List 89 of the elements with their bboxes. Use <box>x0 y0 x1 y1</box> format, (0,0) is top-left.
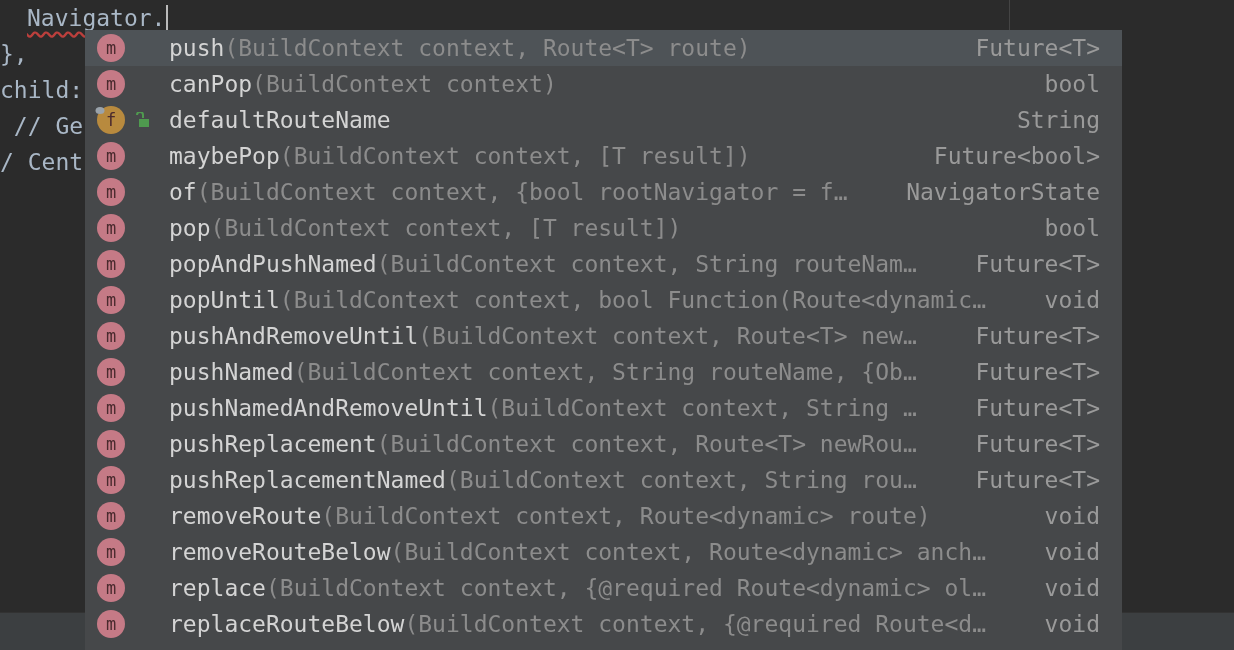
parameter-list: (BuildContext context, Route<T> newRou… <box>376 431 917 457</box>
member-name: pushNamed <box>169 359 294 385</box>
unlocked-icon <box>134 112 150 128</box>
parameter-list: (BuildContext context, Route<T> route) <box>224 35 751 61</box>
completion-item[interactable]: m pushNamedAndRemoveUntil(BuildContext context, String … Future<T> <box>85 390 1122 426</box>
return-type: Future<T> <box>974 431 1101 457</box>
member-name: pushReplacement <box>169 431 377 457</box>
completion-item[interactable]: m pushNamed(BuildContext context, String routeName, {Ob… Future<T> <box>85 354 1122 390</box>
parameter-list: (BuildContext context, [T result]) <box>279 143 751 169</box>
return-type: void <box>1043 611 1101 637</box>
parameter-list: (BuildContext context) <box>252 71 557 97</box>
parameter-list: (BuildContext context, {@required Route<d… <box>404 611 986 637</box>
parameter-list: (BuildContext context, bool Function(Route<dynamic… <box>279 287 986 313</box>
return-type: String <box>1015 107 1101 133</box>
member-name: pushAndRemoveUntil <box>169 323 419 349</box>
member-name: defaultRouteName <box>169 107 391 133</box>
completion-item[interactable]: m pushReplacement(BuildContext context, Route<T> newRou… Future<T> <box>85 426 1122 462</box>
member-name: pop <box>169 215 211 241</box>
method-badge: m <box>97 466 125 494</box>
completion-item[interactable]: m canPop(BuildContext context) bool <box>85 66 1122 102</box>
method-badge: m <box>97 250 125 278</box>
member-name: maybePop <box>169 143 280 169</box>
member-name: replaceRouteBelow <box>169 611 405 637</box>
return-type: void <box>1043 575 1101 601</box>
method-badge: m <box>97 574 125 602</box>
parameter-list: (BuildContext context, String rou… <box>445 467 917 493</box>
return-type: void <box>1043 287 1101 313</box>
return-type: Future<bool> <box>932 143 1101 169</box>
return-type: void <box>1043 503 1101 529</box>
completion-item[interactable]: m of(BuildContext context, {bool rootNavigator = f… NavigatorState <box>85 174 1122 210</box>
parameter-list: (BuildContext context, Route<dynamic> route) <box>321 503 931 529</box>
code-line: // Ge <box>12 113 84 139</box>
return-type: NavigatorState <box>905 179 1101 205</box>
member-name: removeRoute <box>169 503 322 529</box>
method-badge: m <box>97 430 125 458</box>
member-name: pushReplacementNamed <box>169 467 446 493</box>
return-type: Future<T> <box>974 395 1101 421</box>
return-type: Future<T> <box>974 467 1101 493</box>
method-badge: m <box>97 610 125 638</box>
return-type: bool <box>1043 71 1101 97</box>
completion-item[interactable]: m popUntil(BuildContext context, bool Function(Route<dynamic… void <box>85 282 1122 318</box>
return-type: Future<T> <box>974 323 1101 349</box>
return-type: bool <box>1043 215 1101 241</box>
method-badge: m <box>97 34 125 62</box>
member-name: pushNamedAndRemoveUntil <box>169 395 488 421</box>
method-badge: m <box>97 322 125 350</box>
member-name: canPop <box>169 71 253 97</box>
parameter-list: (BuildContext context, String routeNam… <box>376 251 917 277</box>
return-type: Future<T> <box>974 359 1101 385</box>
parameter-list: (BuildContext context, Route<T> new… <box>418 323 917 349</box>
code-line: child: <box>0 77 84 103</box>
method-badge: m <box>97 214 125 242</box>
member-name: of <box>169 179 197 205</box>
completion-item[interactable]: m pushReplacementNamed(BuildContext context, String rou… Future<T> <box>85 462 1122 498</box>
return-type: void <box>1043 539 1101 565</box>
method-badge: m <box>97 538 125 566</box>
member-name: popAndPushNamed <box>169 251 377 277</box>
completion-item[interactable]: m popAndPushNamed(BuildContext context, String routeNam… Future<T> <box>85 246 1122 282</box>
member-name: push <box>169 35 225 61</box>
member-name: replace <box>169 575 266 601</box>
method-badge: m <box>97 286 125 314</box>
completion-item[interactable]: m removeRouteBelow(BuildContext context, Route<dynamic> anch… void <box>85 534 1122 570</box>
completion-item[interactable]: m removeRoute(BuildContext context, Route<dynamic> route) void <box>85 498 1122 534</box>
completion-item[interactable]: m replaceRouteBelow(BuildContext context, {@required Route<d… void <box>85 606 1122 642</box>
method-badge: m <box>97 502 125 530</box>
return-type: Future<T> <box>974 35 1101 61</box>
return-type: Future<T> <box>974 251 1101 277</box>
field-badge: f <box>97 106 125 134</box>
parameter-list: (BuildContext context, String routeName, {Ob… <box>293 359 917 385</box>
parameter-list: (BuildContext context, String … <box>487 395 917 421</box>
parameter-list: (BuildContext context, Route<dynamic> anch… <box>390 539 986 565</box>
method-badge: m <box>97 70 125 98</box>
completion-item[interactable]: m maybePop(BuildContext context, [T result]) Future<bool> <box>85 138 1122 174</box>
completion-item[interactable]: m push(BuildContext context, Route<T> route) Future<T> <box>85 30 1122 66</box>
method-badge: m <box>97 142 125 170</box>
completion-item[interactable]: m pushAndRemoveUntil(BuildContext context, Route<T> new… Future<T> <box>85 318 1122 354</box>
parameter-list: (BuildContext context, [T result]) <box>210 215 682 241</box>
code-line: / Cent <box>0 149 84 175</box>
completion-item[interactable]: m replace(BuildContext context, {@required Route<dynamic> ol… void <box>85 570 1122 606</box>
parameter-list: (BuildContext context, {bool rootNavigator = f… <box>196 179 848 205</box>
method-badge: m <box>97 178 125 206</box>
code-line: }, <box>0 41 28 67</box>
member-name: removeRouteBelow <box>169 539 391 565</box>
parameter-list: (BuildContext context, {@required Route<dynamic> ol… <box>265 575 986 601</box>
method-badge: m <box>97 394 125 422</box>
method-badge: m <box>97 358 125 386</box>
completion-item[interactable]: f defaultRouteName String <box>85 102 1122 138</box>
member-name: popUntil <box>169 287 280 313</box>
completion-item[interactable]: m pop(BuildContext context, [T result]) bool <box>85 210 1122 246</box>
